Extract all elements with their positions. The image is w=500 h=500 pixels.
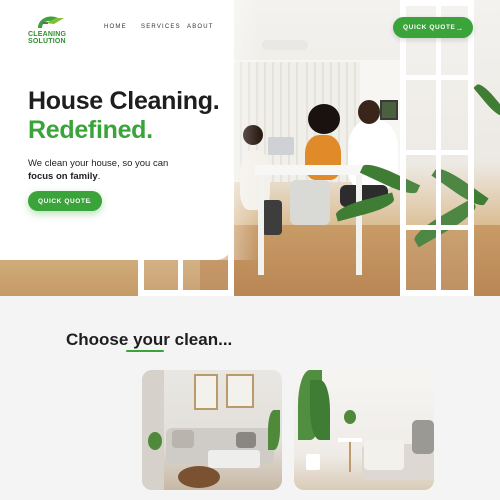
header-quick-quote-label: QUICK QUOTE xyxy=(403,24,456,31)
logo-text: CLEANING SOLUTION xyxy=(28,31,66,45)
clean-option-card-bedroom[interactable] xyxy=(294,370,434,490)
choose-heading: Choose your clean... xyxy=(66,330,232,350)
tall-plant xyxy=(310,380,330,440)
ceiling-lamp xyxy=(262,40,308,50)
logo-line-1: CLEANING xyxy=(28,31,67,38)
wall-art xyxy=(226,374,254,408)
child-legs xyxy=(262,200,282,235)
emphasis-underline xyxy=(126,350,164,352)
hero-quick-quote-button[interactable]: QUICK QUOTE → xyxy=(28,191,102,211)
curtain xyxy=(142,370,164,490)
cushion xyxy=(172,430,194,448)
throw-blanket xyxy=(208,450,260,468)
header-quick-quote-button[interactable]: QUICK QUOTE → xyxy=(393,17,473,38)
nav-home[interactable]: HOME xyxy=(104,24,127,30)
choose-title-end: clean... xyxy=(169,330,233,349)
plant-pot xyxy=(306,454,320,470)
hero-subtext-end: . xyxy=(97,171,101,182)
arrow-right-icon: → xyxy=(455,23,464,32)
laptop xyxy=(268,137,294,155)
throw-blanket xyxy=(364,440,404,470)
small-plant xyxy=(344,410,356,424)
plant-leaf xyxy=(473,81,500,119)
hero-subtext-bold: focus on family xyxy=(28,171,98,182)
nav-about[interactable]: ABOUT xyxy=(187,24,214,30)
dining-table xyxy=(255,165,365,175)
wall-art xyxy=(194,374,218,410)
potted-plant xyxy=(148,432,162,450)
pillow xyxy=(412,420,434,454)
hero-quick-quote-label: QUICK QUOTE xyxy=(38,197,91,205)
door-mullion xyxy=(436,0,441,296)
nav-services[interactable]: SERVICES xyxy=(141,24,181,30)
door-mullion xyxy=(400,75,474,80)
hero-headline-line2: Redefined. xyxy=(28,116,153,144)
potted-plant xyxy=(268,410,280,450)
coffee-table xyxy=(178,466,220,488)
cushion xyxy=(236,432,256,448)
door-mullion xyxy=(400,150,474,155)
hero-headline-line1: House Cleaning. xyxy=(28,87,220,115)
hero-subtext-part1: We clean your house, so you can xyxy=(28,158,169,169)
side-table-leg xyxy=(349,442,351,472)
hero-section: CLEANING SOLUTION HOME SERVICES ABOUT QU… xyxy=(0,0,500,296)
woman-head xyxy=(308,104,340,134)
arrow-right-icon: → xyxy=(84,196,93,206)
logo-line-2: SOLUTION xyxy=(28,38,66,45)
choose-title-start: Choose xyxy=(66,330,134,349)
man-head xyxy=(358,100,380,124)
table-leg xyxy=(356,175,362,275)
choose-title-emphasis: your xyxy=(133,330,170,349)
wall-picture xyxy=(380,100,398,120)
door-mullion xyxy=(400,225,474,230)
woman-legs xyxy=(290,180,330,225)
clean-option-card-living-room[interactable] xyxy=(142,370,282,490)
hero-subtext: We clean your house, so you can focus on… xyxy=(28,157,208,183)
